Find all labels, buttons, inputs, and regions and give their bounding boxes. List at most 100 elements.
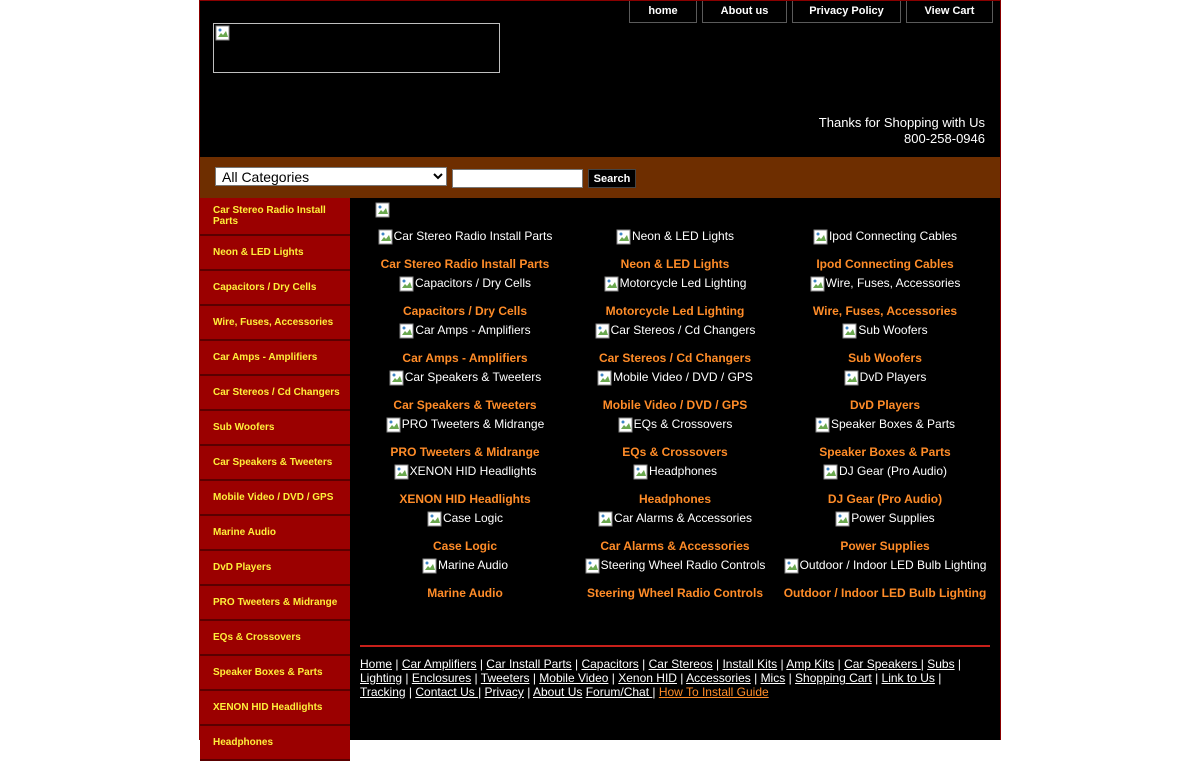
category-link-ipod-connecting-cables[interactable]: Ipod Connecting Cables xyxy=(780,257,990,271)
category-image[interactable]: Outdoor / Indoor LED Bulb Lighting xyxy=(784,558,986,574)
category-image[interactable]: XENON HID Headlights xyxy=(394,464,536,480)
nav-privacy-policy[interactable]: Privacy Policy xyxy=(792,1,901,23)
category-image[interactable]: Sub Woofers xyxy=(842,323,928,339)
search-button[interactable]: Search xyxy=(588,169,636,188)
category-select[interactable]: All Categories xyxy=(215,167,447,186)
category-link-car-alarms-accessories[interactable]: Car Alarms & Accessories xyxy=(570,539,780,553)
footer-link-link-to-us[interactable]: Link to Us xyxy=(882,671,935,685)
category-tile: Car Stereos / Cd Changers Car Stereos / C… xyxy=(570,323,780,365)
category-image[interactable]: Power Supplies xyxy=(835,511,935,527)
site-logo[interactable] xyxy=(213,23,500,73)
category-link-pro-tweeters-midrange[interactable]: PRO Tweeters & Midrange xyxy=(360,445,570,459)
nav-home[interactable]: home xyxy=(629,1,697,23)
category-link-capacitors-dry-cells[interactable]: Capacitors / Dry Cells xyxy=(360,304,570,318)
footer-link-capacitors[interactable]: Capacitors xyxy=(581,657,638,671)
footer-link-subs[interactable]: Subs xyxy=(927,657,954,671)
footer-link-enclosures[interactable]: Enclosures xyxy=(412,671,471,685)
footer-link-accessories[interactable]: Accessories xyxy=(686,671,751,685)
sidebar-item-neon-led-lights[interactable]: Neon & LED Lights xyxy=(200,236,350,271)
category-link-dvd-players[interactable]: DvD Players xyxy=(780,398,990,412)
category-link-car-stereo-radio-install-parts[interactable]: Car Stereo Radio Install Parts xyxy=(360,257,570,271)
footer-link-car-amplifiers[interactable]: Car Amplifiers xyxy=(402,657,477,671)
footer-link-contact-us[interactable]: Contact Us xyxy=(415,685,478,699)
broken-image-icon xyxy=(784,558,799,574)
category-link-car-amps-amplifiers[interactable]: Car Amps - Amplifiers xyxy=(360,351,570,365)
sidebar-item-car-stereos-cd-changers[interactable]: Car Stereos / Cd Changers xyxy=(200,376,350,411)
footer-link-mics[interactable]: Mics xyxy=(761,671,786,685)
sidebar-item-car-amps-amplifiers[interactable]: Car Amps - Amplifiers xyxy=(200,341,350,376)
category-image[interactable]: Neon & LED Lights xyxy=(616,229,734,245)
sidebar-item-headphones[interactable]: Headphones xyxy=(200,726,350,761)
category-image[interactable]: Car Amps - Amplifiers xyxy=(399,323,531,339)
category-image[interactable]: EQs & Crossovers xyxy=(618,417,732,433)
sidebar-item-marine-audio[interactable]: Marine Audio xyxy=(200,516,350,551)
sidebar-item-sub-woofers[interactable]: Sub Woofers xyxy=(200,411,350,446)
category-link-steering-wheel-radio-controls[interactable]: Steering Wheel Radio Controls xyxy=(570,586,780,600)
sidebar-item-speaker-boxes-parts[interactable]: Speaker Boxes & Parts xyxy=(200,656,350,691)
category-image[interactable]: PRO Tweeters & Midrange xyxy=(386,417,544,433)
footer-link-forum-chat[interactable]: Forum/Chat xyxy=(586,685,653,699)
footer-link-car-stereos[interactable]: Car Stereos xyxy=(649,657,713,671)
sidebar-item-capacitors-dry-cells[interactable]: Capacitors / Dry Cells xyxy=(200,271,350,306)
footer-link-lighting[interactable]: Lighting xyxy=(360,671,402,685)
sidebar-item-wire-fuses-accessories[interactable]: Wire, Fuses, Accessories xyxy=(200,306,350,341)
footer-link-xenon-hid[interactable]: Xenon HID xyxy=(618,671,677,685)
category-image[interactable]: Marine Audio xyxy=(422,558,508,574)
sidebar-item-xenon-hid-headlights[interactable]: XENON HID Headlights xyxy=(200,691,350,726)
category-image[interactable]: DvD Players xyxy=(844,370,926,386)
category-link-eqs-crossovers[interactable]: EQs & Crossovers xyxy=(570,445,780,459)
footer-link-privacy[interactable]: Privacy xyxy=(485,685,524,699)
category-image[interactable]: Case Logic xyxy=(427,511,503,527)
category-image-alt: Car Stereos / Cd Changers xyxy=(610,323,756,337)
footer-link-mobile-video[interactable]: Mobile Video xyxy=(539,671,608,685)
category-link-neon-led-lights[interactable]: Neon & LED Lights xyxy=(570,257,780,271)
category-image[interactable]: Car Stereo Radio Install Parts xyxy=(378,229,552,245)
nav-about-us[interactable]: About us xyxy=(702,1,787,23)
sidebar-item-car-stereo-radio-install-parts[interactable]: Car Stereo Radio Install Parts xyxy=(200,198,350,236)
category-image[interactable]: Headphones xyxy=(633,464,717,480)
category-link-dj-gear-pro-audio[interactable]: DJ Gear (Pro Audio) xyxy=(780,492,990,506)
category-image[interactable]: Car Stereos / Cd Changers xyxy=(595,323,756,339)
category-link-motorcycle-led-lighting[interactable]: Motorcycle Led Lighting xyxy=(570,304,780,318)
category-image[interactable]: Mobile Video / DVD / GPS xyxy=(597,370,753,386)
sidebar-item-dvd-players[interactable]: DvD Players xyxy=(200,551,350,586)
footer-link-amp-kits[interactable]: Amp Kits xyxy=(786,657,834,671)
footer-link-shopping-cart[interactable]: Shopping Cart xyxy=(795,671,872,685)
category-image[interactable]: Ipod Connecting Cables xyxy=(813,229,957,245)
category-link-xenon-hid-headlights[interactable]: XENON HID Headlights xyxy=(360,492,570,506)
footer-link-install-kits[interactable]: Install Kits xyxy=(722,657,777,671)
sidebar-item-eqs-crossovers[interactable]: EQs & Crossovers xyxy=(200,621,350,656)
category-image[interactable]: Speaker Boxes & Parts xyxy=(815,417,955,433)
category-link-wire-fuses-accessories[interactable]: Wire, Fuses, Accessories xyxy=(780,304,990,318)
search-input[interactable] xyxy=(452,169,583,188)
sidebar-item-pro-tweeters-midrange[interactable]: PRO Tweeters & Midrange xyxy=(200,586,350,621)
footer-link-car-install-parts[interactable]: Car Install Parts xyxy=(486,657,571,671)
broken-image-icon xyxy=(394,464,409,480)
category-link-car-speakers-tweeters[interactable]: Car Speakers & Tweeters xyxy=(360,398,570,412)
category-image[interactable]: Car Alarms & Accessories xyxy=(598,511,752,527)
nav-view-cart[interactable]: View Cart xyxy=(906,1,993,23)
category-image[interactable]: Capacitors / Dry Cells xyxy=(399,276,531,292)
category-image[interactable]: DJ Gear (Pro Audio) xyxy=(823,464,947,480)
category-image[interactable]: Steering Wheel Radio Controls xyxy=(585,558,765,574)
category-link-mobile-video-dvd-gps[interactable]: Mobile Video / DVD / GPS xyxy=(570,398,780,412)
category-link-sub-woofers[interactable]: Sub Woofers xyxy=(780,351,990,365)
category-link-headphones[interactable]: Headphones xyxy=(570,492,780,506)
sidebar-item-mobile-video-dvd-gps[interactable]: Mobile Video / DVD / GPS xyxy=(200,481,350,516)
footer-link-how-to-install-guide[interactable]: How To Install Guide xyxy=(659,685,769,699)
category-link-speaker-boxes-parts[interactable]: Speaker Boxes & Parts xyxy=(780,445,990,459)
category-image[interactable]: Wire, Fuses, Accessories xyxy=(810,276,960,292)
category-image[interactable]: Car Speakers & Tweeters xyxy=(389,370,541,386)
category-link-marine-audio[interactable]: Marine Audio xyxy=(360,586,570,600)
category-link-power-supplies[interactable]: Power Supplies xyxy=(780,539,990,553)
footer-link-tweeters[interactable]: Tweeters xyxy=(481,671,530,685)
footer-link-tracking[interactable]: Tracking xyxy=(360,685,406,699)
footer-link-car-speakers[interactable]: Car Speakers xyxy=(844,657,921,671)
category-link-outdoor-indoor-led-bulb-lighting[interactable]: Outdoor / Indoor LED Bulb Lighting xyxy=(780,586,990,600)
footer-link-about-us[interactable]: About Us xyxy=(533,685,582,699)
footer-link-home[interactable]: Home xyxy=(360,657,392,671)
category-link-case-logic[interactable]: Case Logic xyxy=(360,539,570,553)
category-link-car-stereos-cd-changers[interactable]: Car Stereos / Cd Changers xyxy=(570,351,780,365)
sidebar-item-car-speakers-tweeters[interactable]: Car Speakers & Tweeters xyxy=(200,446,350,481)
category-image[interactable]: Motorcycle Led Lighting xyxy=(604,276,746,292)
